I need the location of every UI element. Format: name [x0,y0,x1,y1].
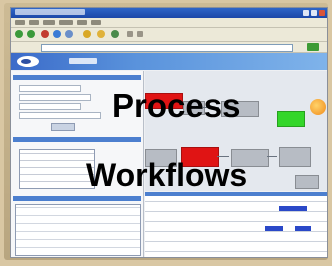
results-table[interactable] [15,204,141,256]
panel-header [13,137,141,142]
minimize-icon[interactable] [303,10,309,16]
browser-window [10,7,328,258]
status-orb-icon [310,99,326,115]
search-icon[interactable] [83,30,91,38]
refresh-icon[interactable] [53,30,61,38]
app-header-banner [11,53,327,70]
window-title [15,9,85,15]
workflow-connector [267,156,277,157]
progress-bar [295,226,311,231]
workflow-node[interactable] [295,175,319,189]
history-icon[interactable] [111,30,119,38]
close-icon[interactable] [319,10,325,16]
workflow-node-complete[interactable] [277,111,305,127]
maximize-icon[interactable] [311,10,317,16]
menu-item[interactable] [77,20,87,25]
banner-title [69,58,97,64]
print-icon[interactable] [137,31,143,37]
menu-item[interactable] [15,20,25,25]
task-table[interactable] [145,192,327,257]
logo-mark [21,59,31,64]
menu-item[interactable] [29,20,39,25]
address-input[interactable] [41,44,293,52]
workflow-node[interactable] [279,147,311,167]
mail-icon[interactable] [127,31,133,37]
forward-icon[interactable] [27,30,35,38]
form-field[interactable] [19,94,91,101]
company-logo [17,56,39,67]
stop-icon[interactable] [41,30,49,38]
form-field[interactable] [19,112,101,119]
home-icon[interactable] [65,30,73,38]
menu-bar [11,18,327,28]
form-field[interactable] [19,103,81,110]
overlay-title-line2: Workflows [86,157,248,193]
window-title-bar [11,8,327,18]
progress-bar [265,226,283,231]
menu-item[interactable] [91,20,101,25]
progress-bar [279,206,307,211]
browser-toolbar [11,28,327,42]
address-bar [11,42,327,53]
filter-grid[interactable] [19,149,95,189]
menu-item[interactable] [43,20,55,25]
submit-button[interactable] [51,123,75,131]
go-button[interactable] [307,43,319,51]
menu-item[interactable] [59,20,73,25]
form-field[interactable] [19,85,81,92]
overlay-title-line1: Process [112,87,241,124]
back-icon[interactable] [15,30,23,38]
favorites-icon[interactable] [97,30,105,38]
panel-header [13,196,141,201]
panel-header [13,75,141,80]
